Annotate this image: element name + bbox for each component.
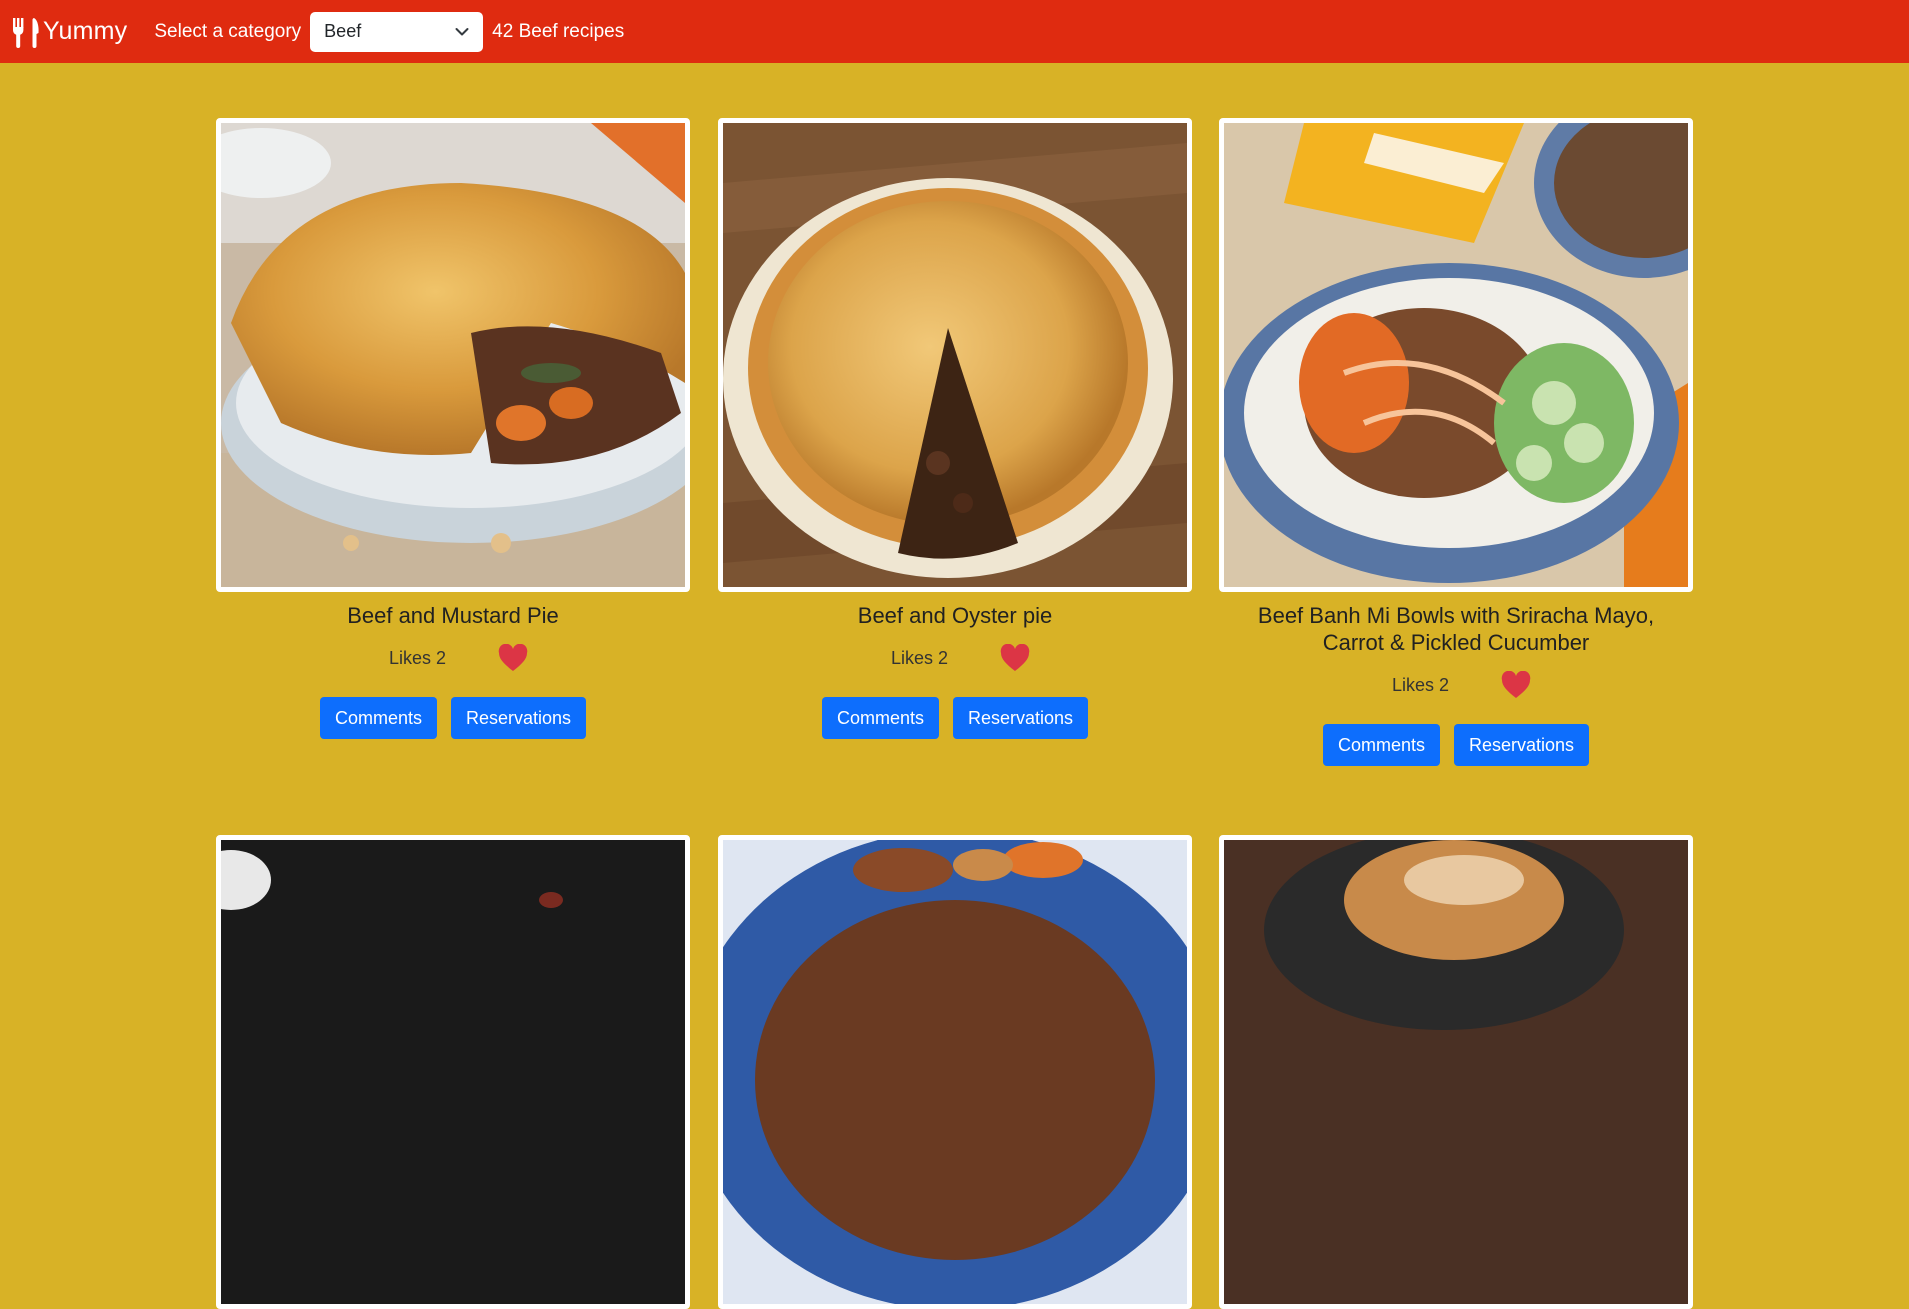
meal-image xyxy=(216,118,690,592)
likes-count: Likes 2 xyxy=(1391,674,1449,695)
fork-knife-icon xyxy=(12,16,40,48)
chevron-down-icon xyxy=(455,27,469,37)
meal-image xyxy=(718,118,1192,592)
meal-card: Beef Banh Mi Bowls with Sriracha Mayo, C… xyxy=(1219,118,1693,766)
meal-card xyxy=(216,835,690,1309)
meal-title: Beef and Mustard Pie xyxy=(347,603,559,628)
meal-image xyxy=(718,835,1192,1309)
meal-image xyxy=(216,835,690,1309)
category-select[interactable]: Beef xyxy=(310,11,484,52)
heart-icon[interactable] xyxy=(1501,671,1531,699)
reservations-button[interactable]: Reservations xyxy=(952,697,1089,739)
recipe-count: 42 Beef recipes xyxy=(492,20,625,42)
meal-title: Beef Banh Mi Bowls with Sriracha Mayo, C… xyxy=(1257,603,1655,655)
comments-button[interactable]: Comments xyxy=(319,697,437,739)
comments-button[interactable]: Comments xyxy=(1322,724,1440,766)
category-selected-value: Beef xyxy=(324,21,362,41)
meal-card xyxy=(1219,835,1693,1309)
likes-count: Likes 2 xyxy=(388,647,446,668)
meal-image xyxy=(1219,118,1693,592)
likes-count: Likes 2 xyxy=(890,647,948,668)
reservations-button[interactable]: Reservations xyxy=(1453,724,1590,766)
header-bar: Yummy Select a category Beef 42 Beef rec… xyxy=(0,0,1909,63)
meal-card: Beef and Oyster pie Likes 2 Comments Res… xyxy=(718,118,1192,739)
brand-logo[interactable]: Yummy xyxy=(12,16,127,48)
meal-title: Beef and Oyster pie xyxy=(857,603,1053,628)
brand-name: Yummy xyxy=(43,17,128,45)
heart-icon[interactable] xyxy=(498,644,528,672)
reservations-button[interactable]: Reservations xyxy=(450,697,587,739)
category-label: Select a category xyxy=(154,20,302,42)
heart-icon[interactable] xyxy=(1000,644,1030,672)
meal-card: Beef and Mustard Pie Likes 2 Comments Re… xyxy=(216,118,690,739)
comments-button[interactable]: Comments xyxy=(821,697,939,739)
meal-card xyxy=(718,835,1192,1309)
meal-image xyxy=(1219,835,1693,1309)
